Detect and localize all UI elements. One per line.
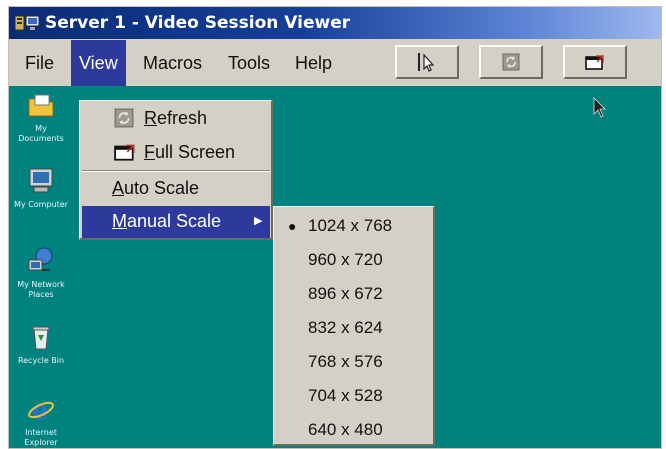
desktop-icon-label: Internet Explorer [24,428,58,447]
scale-option-640x480[interactable]: 640 x 480 [276,413,430,447]
menu-bar: File View Macros Tools Help [9,40,661,86]
recycle-bin-icon [32,326,50,350]
my-documents-icon [28,94,54,117]
scale-option-label: 640 x 480 [308,420,383,439]
scale-option-768x576[interactable]: 768 x 576 [276,345,430,379]
scale-option-832x624[interactable]: 832 x 624 [276,311,430,345]
menu-view[interactable]: View [71,40,126,86]
title-bar[interactable]: Server 1 - Video Session Viewer [9,7,661,39]
menu-item-auto-scale[interactable]: Auto Scale [82,173,270,205]
my-computer-icon [29,168,53,193]
scale-option-label: 832 x 624 [308,318,383,337]
refresh-icon [114,108,134,128]
scale-option-label: 704 x 528 [308,386,383,405]
desktop-icon-label: My Documents [18,124,64,143]
scale-option-896x672[interactable]: 896 x 672 [276,277,430,311]
full-screen-icon [114,144,135,161]
desktop-icon-label: My Network Places [17,280,65,299]
scale-option-label: 960 x 720 [308,250,383,269]
video-session-viewer-window: Server 1 - Video Session Viewer File Vie… [8,6,662,449]
desktop-icon-label: Recycle Bin [17,356,65,365]
menu-item-full-screen[interactable]: Full Screen [82,137,270,169]
scale-option-960x720[interactable]: 960 x 720 [276,243,430,277]
desktop-icon-label: My Computer [14,200,68,209]
align-pointer-button[interactable] [395,45,459,79]
desktop-icon-recycle-bin[interactable]: Recycle Bin [13,322,69,366]
menu-item-label: Manual Scale [112,211,222,231]
desktop-icon-my-computer[interactable]: My Computer [13,166,69,210]
my-network-places-icon [28,247,53,271]
refresh-icon [502,53,520,71]
internet-explorer-icon: e [28,396,54,426]
mouse-pointer-icon [593,97,606,118]
menu-item-label: Auto Scale [112,178,200,198]
desktop-icon-internet-explorer[interactable]: e Internet Explorer [13,394,69,448]
desktop-icon-my-network-places[interactable]: My Network Places [13,246,69,300]
menu-item-label: Full Screen [144,142,236,162]
desktop-icon-my-documents[interactable]: My Documents [13,90,69,144]
menu-help[interactable]: Help [287,40,340,86]
menu-item-refresh[interactable]: Refresh [82,103,270,135]
scale-option-704x528[interactable]: 704 x 528 [276,379,430,413]
refresh-button[interactable] [479,45,543,79]
menu-tools[interactable]: Tools [220,40,278,86]
selected-bullet-icon: ● [288,218,297,234]
menu-item-label: Refresh [144,108,208,128]
menu-item-manual-scale[interactable]: Manual Scale ▶ [82,206,270,238]
scale-option-1024x768[interactable]: ● 1024 x 768 [276,209,430,243]
pointer-align-icon [418,53,435,72]
scale-option-label: 896 x 672 [308,284,383,303]
submenu-arrow-icon: ▶ [254,215,263,227]
server-app-icon [15,15,39,31]
menu-file[interactable]: File [17,40,62,86]
view-menu-dropdown: Refresh Full Screen Auto Scale Manual Sc… [79,100,273,240]
menu-separator [82,170,270,172]
full-screen-button[interactable] [563,45,627,79]
window-title: Server 1 - Video Session Viewer [45,13,351,33]
scale-option-label: 1024 x 768 [308,216,393,235]
full-screen-icon [585,55,604,70]
scale-option-label: 768 x 576 [308,352,383,371]
svg-text:e: e [32,396,49,424]
menu-macros[interactable]: Macros [135,40,210,86]
manual-scale-submenu: ● 1024 x 768 960 x 720 896 x 672 832 x 6… [273,206,435,446]
